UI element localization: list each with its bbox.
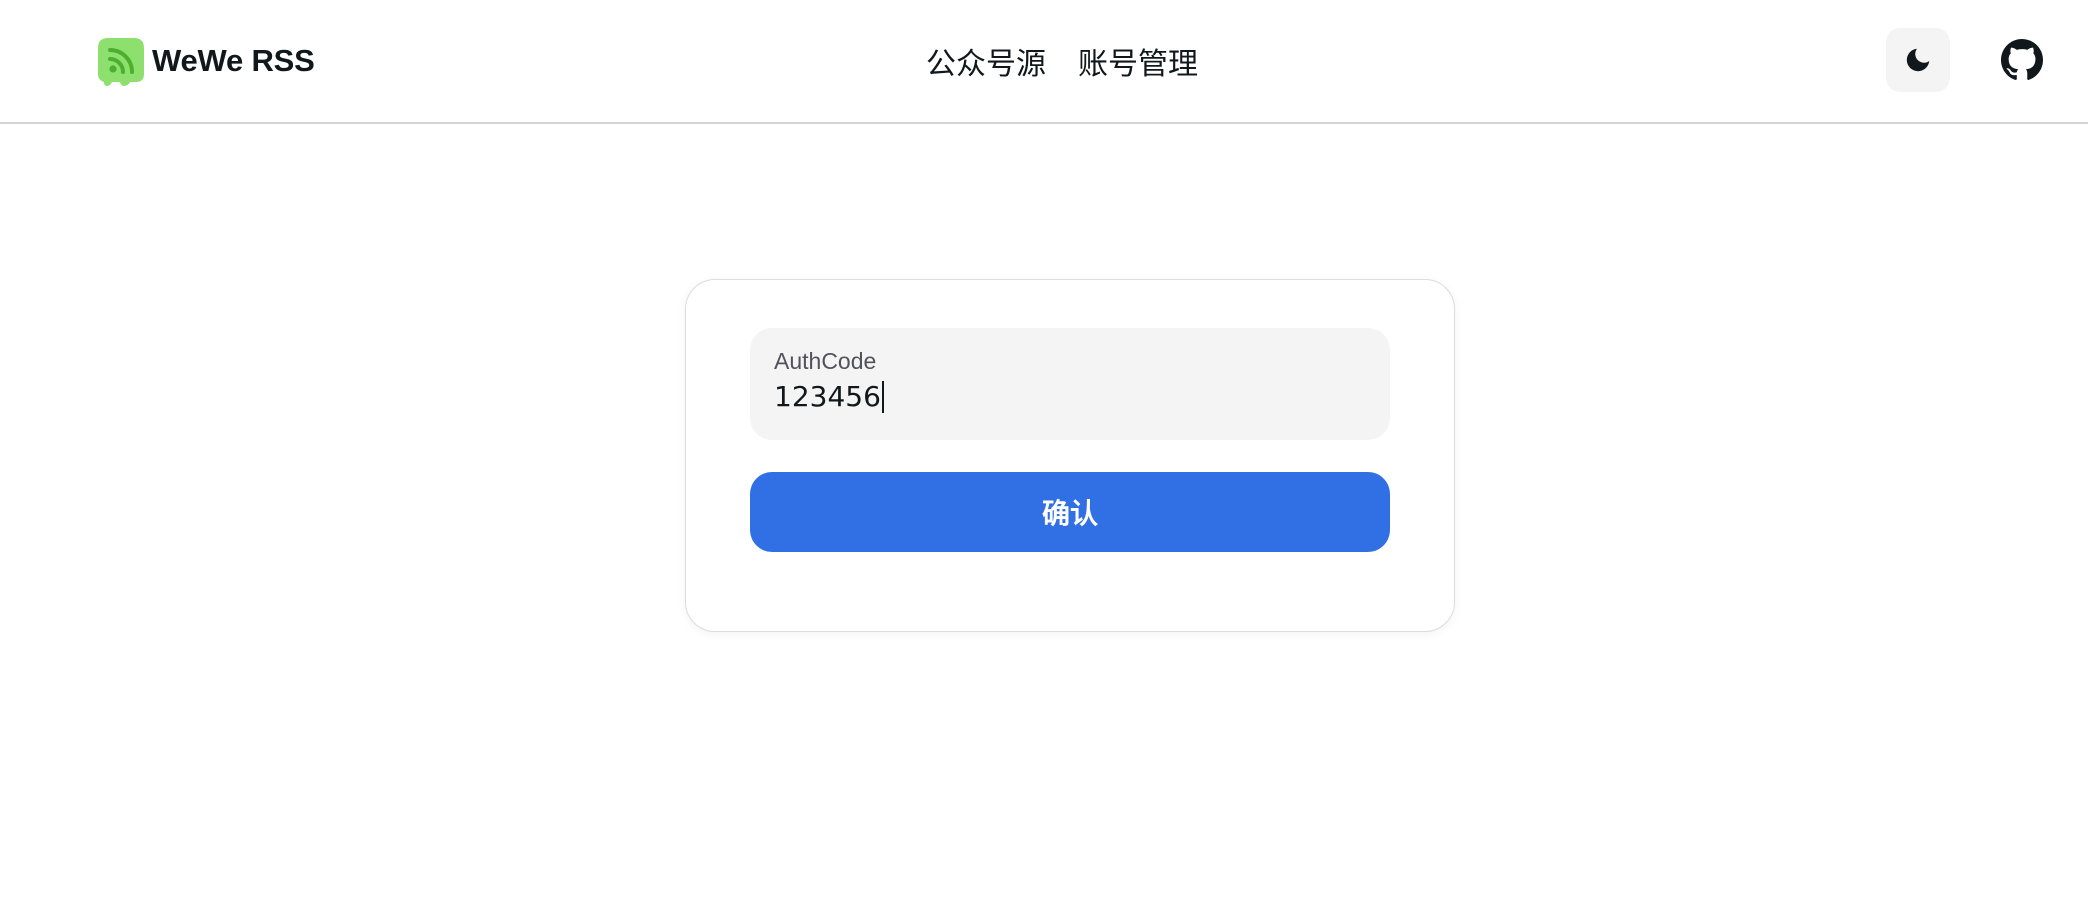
authcode-label: AuthCode — [774, 348, 877, 374]
theme-toggle-button[interactable] — [1886, 28, 1950, 92]
moon-icon — [1906, 48, 1930, 72]
authcode-input[interactable]: AuthCode 123456 — [750, 328, 1390, 440]
brand[interactable]: WeWe RSS — [96, 34, 315, 88]
text-caret — [881, 380, 884, 413]
top-navbar: WeWe RSS 公众号源 账号管理 — [0, 0, 2088, 124]
authcode-value-row[interactable]: 123456 — [774, 380, 884, 413]
nav-link-feeds[interactable]: 公众号源 — [926, 39, 1046, 83]
rss-chat-logo-icon — [98, 38, 144, 86]
confirm-button[interactable]: 确认 — [750, 472, 1390, 552]
github-icon — [2001, 39, 2043, 80]
authcode-value: 123456 — [774, 380, 881, 413]
auth-card: AuthCode 123456 确认 — [685, 279, 1455, 632]
brand-name: WeWe RSS — [152, 43, 315, 78]
main-nav: 公众号源 账号管理 — [926, 36, 1198, 86]
nav-link-accounts[interactable]: 账号管理 — [1078, 39, 1198, 83]
github-link[interactable] — [2000, 38, 2044, 82]
